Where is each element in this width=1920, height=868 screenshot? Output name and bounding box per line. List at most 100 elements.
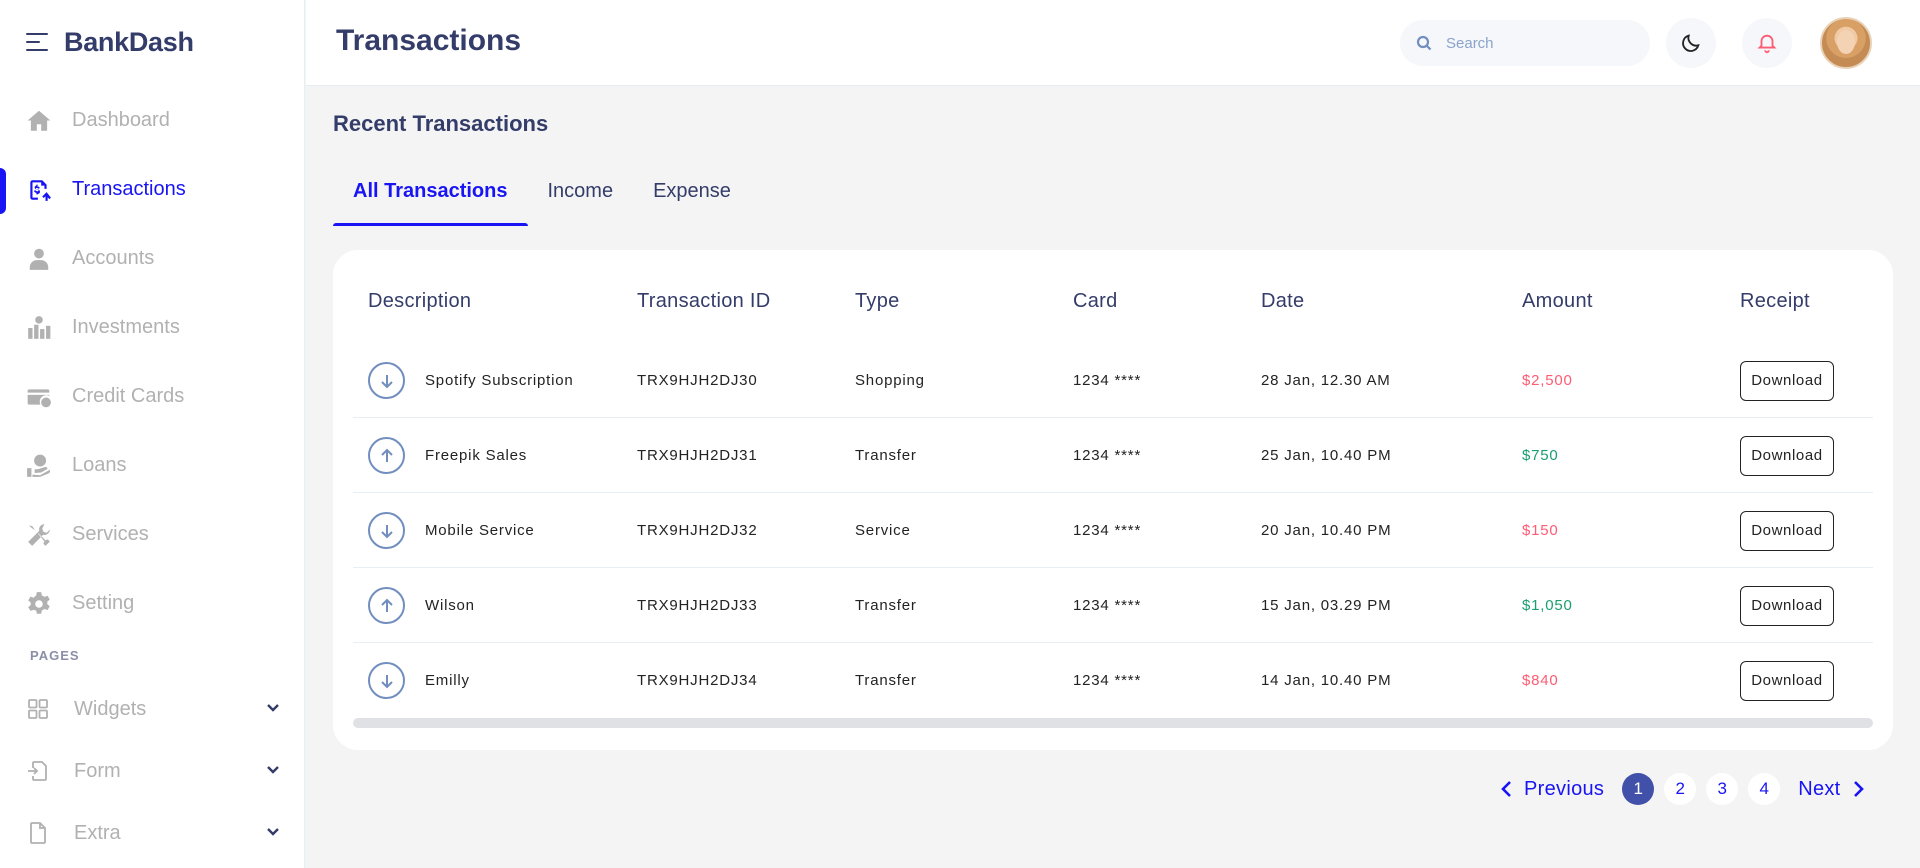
page-number[interactable]: 1	[1622, 773, 1655, 805]
description-cell: Freepik Sales	[425, 447, 528, 464]
amount-cell: $150	[1522, 522, 1559, 539]
type-cell: Transfer	[855, 597, 917, 614]
arrow-up-icon	[368, 587, 405, 624]
download-receipt-button[interactable]: Download	[1740, 435, 1834, 476]
card-cell: 1234 ****	[1073, 522, 1142, 539]
date-cell: 14 Jan, 10.40 PM	[1261, 672, 1392, 689]
chevron-down-icon[interactable]	[265, 823, 281, 844]
transaction-id-cell: TRX9HJH2DJ31	[637, 447, 758, 464]
sidebar-item-extra[interactable]: Extra	[0, 802, 305, 864]
brand-name: BankDash	[64, 26, 194, 57]
search-icon	[1416, 35, 1432, 51]
sidebar-item-label: Credit Cards	[72, 385, 185, 407]
page-number[interactable]: 2	[1664, 773, 1697, 805]
sidebar-item-services[interactable]: Services	[0, 500, 305, 569]
transfer-icon	[26, 177, 52, 203]
date-cell: 15 Jan, 03.29 PM	[1261, 597, 1392, 614]
sidebar-nav: Dashboard Transactions Accounts Investme…	[0, 86, 305, 638]
amount-cell: $750	[1522, 447, 1559, 464]
arrow-down-icon	[368, 662, 405, 699]
transaction-tabs: All Transactions Income Expense	[333, 172, 751, 226]
table-row: Mobile Service TRX9HJH2DJ32 Service 1234…	[353, 493, 1873, 568]
transactions-table-card: Description Transaction ID Type Card Dat…	[333, 250, 1893, 750]
page-numbers: 1 2 3 4	[1622, 773, 1790, 805]
menu-icon[interactable]	[26, 33, 48, 51]
widgets-icon	[26, 697, 50, 721]
type-cell: Service	[855, 522, 911, 539]
tab-all-transactions[interactable]: All Transactions	[333, 172, 528, 226]
bell-icon	[1757, 34, 1777, 54]
sidebar-item-label: Form	[74, 759, 121, 782]
date-cell: 20 Jan, 10.40 PM	[1261, 522, 1392, 539]
home-icon	[26, 108, 52, 134]
sidebar-item-dashboard[interactable]: Dashboard	[0, 86, 305, 155]
investment-icon	[26, 315, 52, 341]
chevron-down-icon[interactable]	[265, 761, 281, 782]
download-receipt-button[interactable]: Download	[1740, 360, 1834, 401]
transaction-id-cell: TRX9HJH2DJ32	[637, 522, 758, 539]
arrow-down-icon	[368, 512, 405, 549]
tab-income[interactable]: Income	[528, 172, 634, 226]
sidebar-item-credit-cards[interactable]: Credit Cards	[0, 362, 305, 431]
topbar: Transactions	[306, 0, 1920, 86]
sidebar-item-accounts[interactable]: Accounts	[0, 224, 305, 293]
description-cell: Wilson	[425, 597, 475, 614]
avatar[interactable]	[1820, 17, 1872, 69]
chevron-down-icon[interactable]	[265, 699, 281, 720]
sidebar-item-label: Transactions	[72, 178, 186, 200]
download-receipt-button[interactable]: Download	[1740, 585, 1834, 626]
sidebar-item-label: Extra	[74, 821, 121, 844]
download-receipt-button[interactable]: Download	[1740, 510, 1834, 551]
amount-cell: $840	[1522, 672, 1559, 689]
document-icon	[26, 821, 50, 845]
sidebar-item-widgets[interactable]: Widgets	[0, 678, 305, 740]
loan-icon	[26, 453, 52, 479]
card-cell: 1234 ****	[1073, 447, 1142, 464]
download-receipt-button[interactable]: Download	[1740, 660, 1834, 701]
sidebar-item-label: Dashboard	[72, 109, 170, 131]
table-body: Spotify Subscription TRX9HJH2DJ30 Shoppi…	[353, 343, 1873, 718]
column-header-transaction-id: Transaction ID	[637, 290, 771, 312]
brand: BankDash	[26, 22, 194, 62]
column-header-card: Card	[1073, 290, 1118, 312]
pages-section-label: PAGES	[30, 648, 80, 663]
gear-icon	[26, 591, 52, 617]
transaction-id-cell: TRX9HJH2DJ34	[637, 672, 758, 689]
sidebar-item-label: Services	[72, 523, 149, 545]
sidebar-item-setting[interactable]: Setting	[0, 569, 305, 638]
arrow-down-icon	[368, 362, 405, 399]
type-cell: Transfer	[855, 672, 917, 689]
sidebar-item-label: Setting	[72, 592, 135, 614]
sidebar-item-form[interactable]: Form	[0, 740, 305, 802]
theme-toggle-button[interactable]	[1666, 18, 1716, 68]
page-number[interactable]: 3	[1706, 773, 1739, 805]
card-cell: 1234 ****	[1073, 372, 1142, 389]
search-box[interactable]	[1400, 20, 1650, 66]
description-cell: Spotify Subscription	[425, 372, 574, 389]
user-icon	[26, 246, 52, 272]
chevron-left-icon	[1501, 781, 1511, 797]
column-header-type: Type	[855, 290, 900, 312]
notifications-button[interactable]	[1742, 18, 1792, 68]
horizontal-scrollbar[interactable]	[353, 718, 1873, 728]
transaction-id-cell: TRX9HJH2DJ33	[637, 597, 758, 614]
tab-expense[interactable]: Expense	[633, 172, 751, 226]
pages-nav: Widgets Form Extra	[0, 678, 305, 864]
moon-icon	[1682, 34, 1700, 52]
date-cell: 25 Jan, 10.40 PM	[1261, 447, 1392, 464]
next-page-button[interactable]: Next	[1798, 778, 1864, 801]
type-cell: Shopping	[855, 372, 925, 389]
sidebar-item-label: Loans	[72, 454, 127, 476]
sidebar-item-investments[interactable]: Investments	[0, 293, 305, 362]
page-title: Transactions	[336, 24, 522, 57]
previous-page-button[interactable]: Previous	[1500, 778, 1604, 801]
form-icon	[26, 759, 50, 783]
table-row: Emilly TRX9HJH2DJ34 Transfer 1234 **** 1…	[353, 643, 1873, 718]
previous-label: Previous	[1524, 777, 1605, 800]
sidebar-item-loans[interactable]: Loans	[0, 431, 305, 500]
sidebar-item-transactions[interactable]: Transactions	[0, 155, 305, 224]
type-cell: Transfer	[855, 447, 917, 464]
column-header-date: Date	[1261, 290, 1305, 312]
page-number[interactable]: 4	[1748, 773, 1781, 805]
search-input[interactable]	[1446, 34, 1626, 52]
